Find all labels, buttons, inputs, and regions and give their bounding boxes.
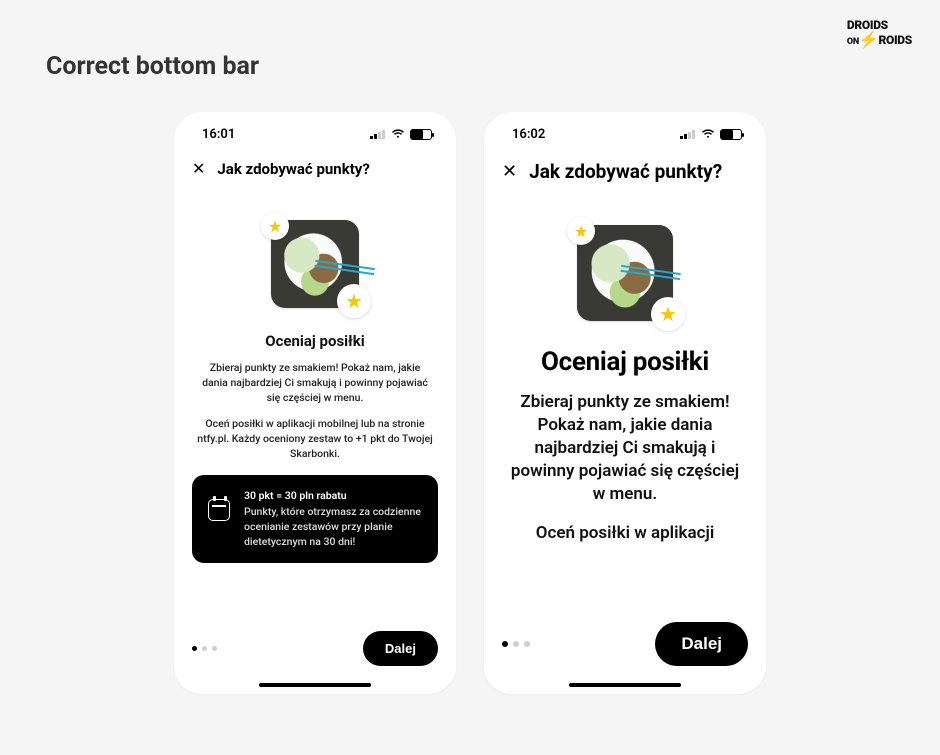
onboarding-content: ★ ★ Oceniaj posiłki Zbieraj punkty ze sm…	[484, 189, 766, 694]
close-icon[interactable]: ✕	[192, 161, 205, 177]
reward-description: Punkty, które otrzymasz za codzienne oce…	[244, 505, 422, 549]
page-indicator[interactable]	[502, 641, 530, 647]
status-time: 16:02	[512, 127, 545, 142]
home-indicator[interactable]	[259, 683, 371, 687]
modal-header: ✕ Jak zdobywać punkty?	[484, 146, 766, 189]
home-indicator[interactable]	[569, 683, 681, 687]
star-icon: ★	[261, 212, 289, 240]
onboarding-heading: Oceniaj posiłki	[192, 332, 438, 350]
onboarding-heading: Oceniaj posiłki	[498, 347, 752, 377]
modal-header: ✕ Jak zdobywać punkty?	[174, 146, 456, 184]
reward-info-box: 30 pkt = 30 pln rabatu Punkty, które otr…	[192, 475, 438, 563]
page-indicator[interactable]	[192, 646, 217, 651]
onboarding-content: ★ ★ Oceniaj posiłki Zbieraj punkty ze sm…	[174, 184, 456, 694]
status-bar: 16:02	[484, 112, 766, 146]
modal-title: Jak zdobywać punkty?	[529, 160, 722, 183]
reward-headline: 30 pkt = 30 pln rabatu	[244, 489, 422, 502]
onboarding-paragraph: Zbieraj punkty ze smakiem! Pokaż nam, ja…	[192, 360, 438, 406]
battery-icon	[720, 129, 742, 140]
status-bar: 16:01	[174, 112, 456, 146]
battery-icon	[410, 129, 432, 140]
close-icon[interactable]: ✕	[502, 163, 517, 181]
next-button[interactable]: Dalej	[655, 622, 748, 666]
wifi-icon	[391, 129, 405, 139]
star-icon: ★	[337, 284, 371, 318]
bottom-bar: Dalej	[174, 631, 456, 666]
cellular-signal-icon	[370, 129, 386, 139]
next-button[interactable]: Dalej	[363, 631, 438, 666]
droids-on-roids-logo: DROIDS ON⚡ROIDS	[847, 20, 912, 47]
hero-image: ★ ★	[577, 225, 673, 321]
bottom-bar: Dalej	[484, 622, 766, 666]
onboarding-paragraph: Oceń posiłki w aplikacji	[498, 522, 752, 545]
calendar-icon	[208, 499, 230, 521]
star-icon: ★	[651, 297, 685, 331]
onboarding-paragraph: Oceń posiłki w aplikacji mobilnej lub na…	[192, 416, 438, 462]
hero-image: ★ ★	[271, 220, 359, 308]
wifi-icon	[701, 129, 715, 139]
onboarding-paragraph: Zbieraj punkty ze smakiem! Pokaż nam, ja…	[498, 391, 752, 506]
status-time: 16:01	[202, 127, 235, 142]
cellular-signal-icon	[680, 129, 696, 139]
modal-title: Jak zdobywać punkty?	[217, 160, 369, 178]
page-title: Correct bottom bar	[46, 52, 259, 81]
phone-mock-large-text: 16:02 ✕ Jak zdobywać punkty? ★ ★ Oceniaj…	[484, 112, 766, 694]
phone-mock-normal: 16:01 ✕ Jak zdobywać punkty? ★ ★ Oceniaj…	[174, 112, 456, 694]
star-icon: ★	[567, 217, 595, 245]
